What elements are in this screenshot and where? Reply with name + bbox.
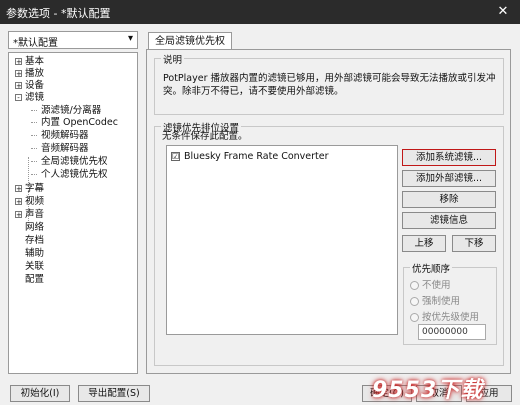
- add-system-filter-button[interactable]: 添加系统滤镜...: [402, 149, 496, 166]
- tree-item-opencodec[interactable]: 内置 OpenCodec: [31, 117, 118, 129]
- tree-item-audio-decoder[interactable]: 音频解码器: [31, 143, 89, 155]
- tree-item-personal-priority[interactable]: 个人滤镜优先权: [31, 169, 108, 181]
- priority-value-input[interactable]: 00000000: [418, 324, 486, 340]
- expand-icon[interactable]: +: [15, 70, 22, 78]
- tree-item-playback[interactable]: + 播放: [15, 68, 44, 80]
- priority-note: 无条件保存此配置。: [162, 131, 248, 142]
- description-group: 说明 PotPlayer 播放器内置的滤镜已够用，用外部滤镜可能会导致无法播放或…: [154, 52, 504, 115]
- tree-item-device[interactable]: + 设备: [15, 80, 44, 92]
- expand-icon[interactable]: +: [15, 58, 22, 66]
- priority-order-group: 优先顺序 不使用 强制使用 按优先级使用 00000000: [403, 261, 497, 345]
- expand-icon[interactable]: +: [15, 185, 22, 193]
- profile-select[interactable]: *默认配置 ▾: [8, 31, 138, 49]
- chevron-down-icon: ▾: [127, 33, 133, 44]
- initialize-button[interactable]: 初始化(I): [10, 385, 70, 402]
- tree-item-association[interactable]: 关联: [25, 261, 44, 273]
- collapse-icon[interactable]: -: [15, 94, 22, 102]
- expand-icon[interactable]: +: [15, 198, 22, 206]
- tree-item-archive[interactable]: 存档: [25, 235, 44, 247]
- tree-item-video[interactable]: + 视频: [15, 196, 44, 208]
- tree-item-network[interactable]: 网络: [25, 222, 44, 234]
- tree-item-filters[interactable]: - 滤镜: [15, 92, 44, 104]
- tree-item-subtitles[interactable]: + 字幕: [15, 183, 44, 195]
- add-external-filter-button[interactable]: 添加外部滤镜...: [402, 170, 496, 187]
- profile-select-value: *默认配置: [13, 38, 58, 49]
- tab-global-filter-priority[interactable]: 全局滤镜优先权: [148, 32, 232, 50]
- tree-item-video-decoder[interactable]: 视频解码器: [31, 130, 89, 142]
- description-text: PotPlayer 播放器内置的滤镜已够用，用外部滤镜可能会导致无法播放或引发冲…: [163, 73, 496, 97]
- filter-list[interactable]: ☑ Bluesky Frame Rate Converter: [166, 145, 398, 335]
- filter-name: Bluesky Frame Rate Converter: [184, 151, 329, 162]
- watermark-logo: 9553下载: [372, 378, 484, 403]
- export-config-button[interactable]: 导出配置(S): [78, 385, 150, 402]
- radio-force-use[interactable]: 强制使用: [410, 293, 460, 307]
- tree-item-config[interactable]: 配置: [25, 274, 44, 286]
- remove-button[interactable]: 移除: [402, 191, 496, 208]
- radio-by-priority[interactable]: 按优先级使用: [410, 309, 479, 323]
- priority-order-title: 优先顺序: [410, 261, 453, 275]
- title-bar: 参数选项 - *默认配置 ✕: [0, 0, 520, 24]
- checkbox-icon[interactable]: ☑: [171, 152, 180, 161]
- category-tree[interactable]: + 基本 + 播放 + 设备 - 滤镜 源滤镜/分离器 内置 OpenCodec 视频解…: [8, 52, 138, 374]
- close-icon[interactable]: ✕: [492, 3, 514, 21]
- tree-item-basic[interactable]: + 基本: [15, 56, 44, 68]
- preferences-window: 参数选项 - *默认配置 ✕ *默认配置 ▾ + 基本 + 播放 + 设备 - 滤镜 源…: [0, 0, 520, 405]
- radio-not-use[interactable]: 不使用: [410, 277, 451, 291]
- expand-icon[interactable]: +: [15, 82, 22, 90]
- expand-icon[interactable]: +: [15, 211, 22, 219]
- filter-info-button[interactable]: 滤镜信息: [402, 212, 496, 229]
- move-up-button[interactable]: 上移: [402, 235, 446, 252]
- move-down-button[interactable]: 下移: [452, 235, 496, 252]
- tree-item-assist[interactable]: 辅助: [25, 248, 44, 260]
- description-title: 说明: [161, 52, 185, 66]
- tree-item-audio[interactable]: + 声音: [15, 209, 44, 221]
- tree-item-global-priority[interactable]: 全局滤镜优先权: [31, 156, 108, 168]
- tree-item-source-filter[interactable]: 源滤镜/分离器: [31, 105, 101, 117]
- list-item[interactable]: ☑ Bluesky Frame Rate Converter: [171, 151, 329, 162]
- window-title: 参数选项 - *默认配置: [6, 7, 111, 20]
